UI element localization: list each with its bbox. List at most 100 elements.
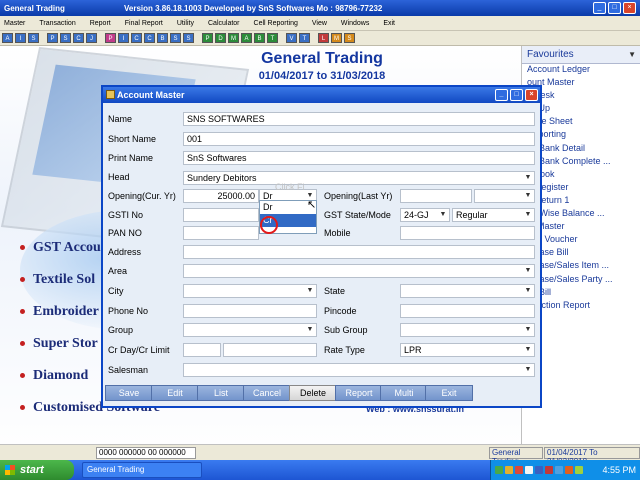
tray-icon[interactable]: [495, 466, 503, 474]
gst-state-select[interactable]: 24-GJ ▼: [400, 208, 450, 222]
restore-button[interactable]: □: [608, 2, 621, 14]
start-button[interactable]: start: [0, 460, 74, 480]
tray-icon[interactable]: [505, 466, 513, 474]
chevron-down-icon[interactable]: ▼: [523, 191, 533, 201]
address-field[interactable]: [183, 245, 535, 259]
chevron-down-icon[interactable]: ▼: [523, 210, 533, 220]
toolbar-button[interactable]: D: [215, 33, 226, 43]
menu-item[interactable]: Exit: [383, 20, 395, 27]
toolbar-button[interactable]: T: [299, 33, 310, 43]
pincode-field[interactable]: [400, 304, 535, 318]
toolbar-button[interactable]: C: [73, 33, 84, 43]
print-name-field[interactable]: SnS Softwares: [183, 151, 535, 165]
cr-limit-field[interactable]: [223, 343, 317, 357]
toolbar-button[interactable]: S: [28, 33, 39, 43]
group-select[interactable]: ▼: [183, 323, 317, 337]
multi-button[interactable]: Multi: [380, 385, 428, 401]
toolbar-button[interactable]: V: [286, 33, 297, 43]
save-button[interactable]: Save: [105, 385, 153, 401]
report-button[interactable]: Report: [335, 385, 383, 401]
tray-icon[interactable]: [515, 466, 523, 474]
toolbar-button[interactable]: S: [183, 33, 194, 43]
head-select[interactable]: Sundery Debitors ▼: [183, 171, 535, 185]
chevron-down-icon[interactable]: ▼: [523, 365, 533, 375]
toolbar-button[interactable]: S: [344, 33, 355, 43]
opening-last-field[interactable]: [400, 189, 472, 203]
state-select[interactable]: ▼: [400, 284, 535, 298]
salesman-select[interactable]: ▼: [183, 363, 535, 377]
cr-day-field[interactable]: [183, 343, 221, 357]
opening-last-type-select[interactable]: ▼: [474, 189, 535, 203]
clock[interactable]: 4:55 PM: [602, 465, 640, 475]
toolbar-button[interactable]: S: [60, 33, 71, 43]
phone-field[interactable]: [183, 304, 317, 318]
toolbar-button[interactable]: B: [254, 33, 265, 43]
toolbar-button[interactable]: C: [131, 33, 142, 43]
toolbar-button[interactable]: M: [331, 33, 342, 43]
area-select[interactable]: ▼: [183, 264, 535, 278]
menu-item[interactable]: Windows: [341, 20, 369, 27]
toolbar-button[interactable]: P: [47, 33, 58, 43]
toolbar-button[interactable]: C: [144, 33, 155, 43]
toolbar-button[interactable]: B: [157, 33, 168, 43]
rate-type-select[interactable]: LPR ▼: [400, 343, 535, 357]
chevron-down-icon[interactable]: ▼: [523, 286, 533, 296]
close-button[interactable]: ×: [623, 2, 636, 14]
city-select[interactable]: ▼: [183, 284, 317, 298]
menu-item[interactable]: Calculator: [208, 20, 240, 27]
chevron-down-icon[interactable]: ▼: [523, 266, 533, 276]
menu-item[interactable]: Master: [4, 20, 25, 27]
toolbar-button[interactable]: I: [15, 33, 26, 43]
tray-icon[interactable]: [565, 466, 573, 474]
tray-icon[interactable]: [545, 466, 553, 474]
toolbar-button[interactable]: A: [241, 33, 252, 43]
sub-group-select[interactable]: ▼: [400, 323, 535, 337]
toolbar-button[interactable]: L: [318, 33, 329, 43]
chevron-down-icon[interactable]: ▼: [523, 345, 533, 355]
toolbar-button[interactable]: S: [170, 33, 181, 43]
name-field[interactable]: SNS SOFTWARES: [183, 112, 535, 126]
list-button[interactable]: List: [197, 385, 245, 401]
pan-field[interactable]: [183, 226, 259, 240]
mobile-field[interactable]: [400, 226, 535, 240]
tray-icon[interactable]: [555, 466, 563, 474]
gst-mode-select[interactable]: Regular ▼: [452, 208, 535, 222]
delete-button[interactable]: Delete: [289, 385, 337, 401]
chevron-down-icon[interactable]: ▼: [628, 50, 636, 59]
toolbar-button[interactable]: J: [86, 33, 97, 43]
toolbar-button[interactable]: M: [228, 33, 239, 43]
chevron-down-icon[interactable]: ▼: [523, 325, 533, 335]
dialog-maximize-button[interactable]: □: [510, 89, 523, 101]
exit-button[interactable]: Exit: [425, 385, 473, 401]
name-label: Name: [108, 114, 133, 124]
dialog-close-button[interactable]: ×: [525, 89, 538, 101]
short-name-field[interactable]: 001: [183, 132, 535, 146]
tray-icon[interactable]: [575, 466, 583, 474]
chevron-down-icon[interactable]: ▼: [305, 286, 315, 296]
toolbar-button[interactable]: I: [118, 33, 129, 43]
toolbar-button[interactable]: T: [267, 33, 278, 43]
menu-item[interactable]: Transaction: [39, 20, 75, 27]
menu-item[interactable]: Utility: [177, 20, 194, 27]
favourite-item[interactable]: Account Ledger: [522, 64, 640, 77]
menu-item[interactable]: Final Report: [125, 20, 163, 27]
menu-item[interactable]: View: [312, 20, 327, 27]
favourites-header[interactable]: Favourites ▼: [522, 46, 640, 64]
cancel-button[interactable]: Cancel: [243, 385, 291, 401]
chevron-down-icon[interactable]: ▼: [438, 210, 448, 220]
tray-icon[interactable]: [525, 466, 533, 474]
chevron-down-icon[interactable]: ▼: [305, 325, 315, 335]
taskbar-item-general-trading[interactable]: General Trading: [82, 462, 202, 478]
chevron-down-icon[interactable]: ▼: [523, 173, 533, 183]
menu-item[interactable]: Cell Reporting: [254, 20, 298, 27]
toolbar-button[interactable]: P: [202, 33, 213, 43]
menu-item[interactable]: Report: [90, 20, 111, 27]
edit-button[interactable]: Edit: [151, 385, 199, 401]
tray-icon[interactable]: [535, 466, 543, 474]
dialog-minimize-button[interactable]: _: [495, 89, 508, 101]
toolbar-button[interactable]: P: [105, 33, 116, 43]
toolbar-button[interactable]: A: [2, 33, 13, 43]
opening-cur-field[interactable]: 25000.00: [183, 189, 259, 203]
minimize-button[interactable]: _: [593, 2, 606, 14]
gstin-field[interactable]: [183, 208, 259, 222]
